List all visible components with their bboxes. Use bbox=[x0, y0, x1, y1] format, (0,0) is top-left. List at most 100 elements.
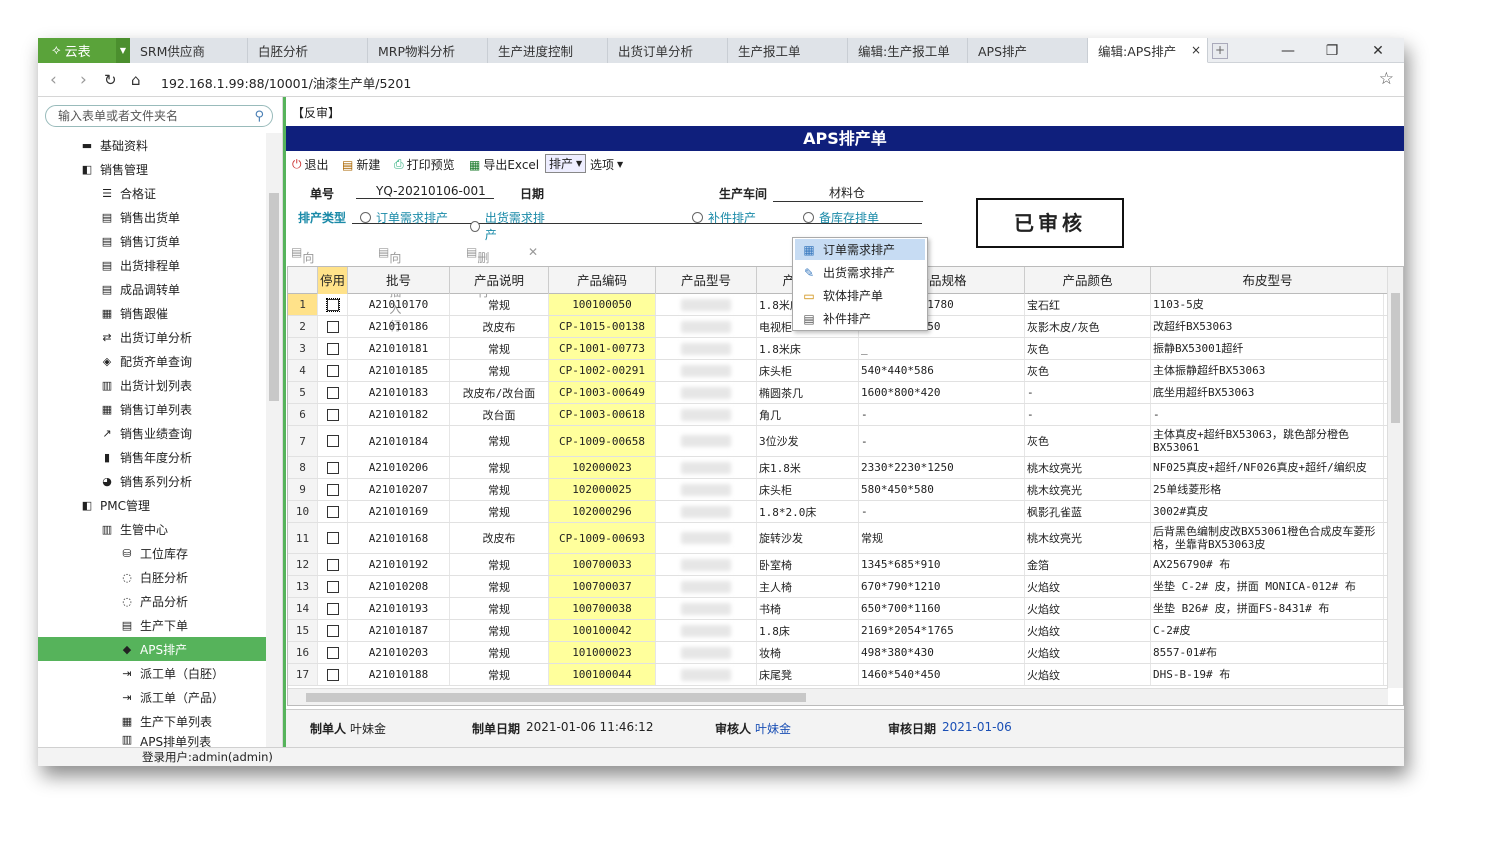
code-cell[interactable]: CP-1003-00649 bbox=[549, 382, 656, 403]
name-cell[interactable]: 床尾凳 bbox=[757, 664, 859, 685]
grid-horizontal-scrollbar[interactable] bbox=[288, 688, 1388, 705]
logo-dropdown-icon[interactable]: ▼ bbox=[116, 38, 130, 63]
model-cell[interactable] bbox=[656, 576, 757, 597]
tree-item[interactable]: ▤ 出货排程单 bbox=[38, 253, 266, 277]
code-cell[interactable]: 100700038 bbox=[549, 598, 656, 619]
name-cell[interactable]: 旋转沙发 bbox=[757, 523, 859, 553]
color-cell[interactable]: 灰色 bbox=[1025, 426, 1151, 456]
checkbox[interactable] bbox=[326, 602, 339, 615]
tree-item[interactable]: ◌ 白胚分析 bbox=[38, 565, 266, 589]
color-cell[interactable]: 桃木纹亮光 bbox=[1025, 479, 1151, 500]
tree-item[interactable]: ◌ 产品分析 bbox=[38, 589, 266, 613]
scrollbar-thumb[interactable] bbox=[269, 193, 279, 401]
name-cell[interactable]: 角几 bbox=[757, 404, 859, 425]
checkbox[interactable] bbox=[326, 505, 339, 518]
spec-cell[interactable]: _ bbox=[859, 338, 1025, 359]
description-cell[interactable]: 改皮布 bbox=[450, 316, 549, 337]
insert-above-button[interactable]: ▤ 向上插入行 bbox=[291, 245, 314, 333]
tree-item[interactable]: ▥ APS排单列表 bbox=[38, 733, 266, 747]
tree-item[interactable]: ▥ 生管中心 bbox=[38, 517, 266, 541]
radio-supplement[interactable]: 补件排产 bbox=[692, 209, 756, 226]
disabled-checkbox[interactable] bbox=[318, 479, 348, 500]
code-cell[interactable]: 100700033 bbox=[549, 554, 656, 575]
code-cell[interactable]: 102000296 bbox=[549, 501, 656, 522]
spec-cell[interactable]: 670*790*1210 bbox=[859, 576, 1025, 597]
color-cell[interactable]: 桃木纹亮光 bbox=[1025, 523, 1151, 553]
disabled-checkbox[interactable] bbox=[318, 426, 348, 456]
tree-item[interactable]: ⇄ 出货订单分析 bbox=[38, 325, 266, 349]
spec-cell[interactable]: - bbox=[859, 501, 1025, 522]
description-cell[interactable]: 改台面 bbox=[450, 404, 549, 425]
spec-cell[interactable]: - bbox=[859, 404, 1025, 425]
batch-cell[interactable]: A21010170 bbox=[348, 294, 450, 315]
code-cell[interactable]: 102000025 bbox=[549, 479, 656, 500]
tree-item[interactable]: ◧ PMC管理 bbox=[38, 493, 266, 517]
model-cell[interactable] bbox=[656, 338, 757, 359]
description-cell[interactable]: 常规 bbox=[450, 360, 549, 381]
disabled-checkbox[interactable] bbox=[318, 523, 348, 553]
batch-cell[interactable]: A21010207 bbox=[348, 479, 450, 500]
scrollbar-thumb[interactable] bbox=[1391, 293, 1400, 423]
fabric-cell[interactable]: 1103-5皮 bbox=[1151, 294, 1384, 315]
batch-cell[interactable]: A21010193 bbox=[348, 598, 450, 619]
spec-cell[interactable]: 580*450*580 bbox=[859, 479, 1025, 500]
spec-cell[interactable]: 498*380*430 bbox=[859, 642, 1025, 663]
tab-shipment[interactable]: 出货订单分析 bbox=[608, 38, 728, 63]
col-fabric[interactable]: 布皮型号 bbox=[1151, 267, 1384, 294]
model-cell[interactable] bbox=[656, 479, 757, 500]
table-row[interactable]: 14 A21010193 常规 100700038 书椅 650*700*1160 火焰纹 坐… bbox=[288, 598, 1388, 620]
fabric-cell[interactable]: 25单线菱形格 bbox=[1151, 479, 1384, 500]
checkbox[interactable] bbox=[326, 342, 339, 355]
disabled-checkbox[interactable] bbox=[318, 294, 348, 315]
description-cell[interactable]: 常规 bbox=[450, 598, 549, 619]
batch-cell[interactable]: A21010184 bbox=[348, 426, 450, 456]
schedule-menu[interactable]: 排产 ▼ bbox=[545, 154, 587, 173]
spec-cell[interactable]: 1600*800*420 bbox=[859, 382, 1025, 403]
name-cell[interactable]: 床头柜 bbox=[757, 479, 859, 500]
tree-item[interactable]: ▥ 出货计划列表 bbox=[38, 373, 266, 397]
options-menu[interactable]: 选项 ▼ bbox=[590, 156, 623, 173]
table-row[interactable]: 11 A21010168 改皮布 CP-1009-00693 旋转沙发 常规 桃木纹亮光 后背… bbox=[288, 523, 1388, 554]
new-button[interactable]: ▤ 新建 bbox=[342, 156, 380, 173]
checkbox[interactable] bbox=[326, 408, 339, 421]
name-cell[interactable]: 书椅 bbox=[757, 598, 859, 619]
col-batch[interactable]: 批号 bbox=[348, 267, 450, 294]
col-code[interactable]: 产品编码 bbox=[549, 267, 656, 294]
tree-item[interactable]: ◕ 销售系列分析 bbox=[38, 469, 266, 493]
checkbox[interactable] bbox=[326, 320, 339, 333]
back-icon[interactable]: ‹ bbox=[50, 70, 57, 90]
model-cell[interactable] bbox=[656, 554, 757, 575]
tab-srm[interactable]: SRM供应商 bbox=[130, 38, 248, 63]
disabled-checkbox[interactable] bbox=[318, 664, 348, 685]
batch-cell[interactable]: A21010169 bbox=[348, 501, 450, 522]
color-cell[interactable]: 枫影孔雀蓝 bbox=[1025, 501, 1151, 522]
checkbox[interactable] bbox=[326, 580, 339, 593]
model-cell[interactable] bbox=[656, 664, 757, 685]
sidebar-search-input[interactable]: 输入表单或者文件夹名 ⚲ bbox=[45, 105, 273, 127]
close-tab-icon[interactable]: × bbox=[1191, 43, 1201, 57]
spec-cell[interactable]: 常规 bbox=[859, 523, 1025, 553]
disabled-checkbox[interactable] bbox=[318, 382, 348, 403]
tab-mrp[interactable]: MRP物料分析 bbox=[368, 38, 488, 63]
restore-icon[interactable]: ❐ bbox=[1310, 38, 1354, 63]
checkbox[interactable] bbox=[326, 461, 339, 474]
tree-item[interactable]: ▤ 销售订货单 bbox=[38, 229, 266, 253]
description-cell[interactable]: 常规 bbox=[450, 457, 549, 478]
name-cell[interactable]: 1.8米床 bbox=[757, 338, 859, 359]
code-cell[interactable]: 100100042 bbox=[549, 620, 656, 641]
tree-item[interactable]: ◈ 配货齐单查询 bbox=[38, 349, 266, 373]
batch-cell[interactable]: A21010203 bbox=[348, 642, 450, 663]
tree-item[interactable]: ▤ 生产下单 bbox=[38, 613, 266, 637]
disabled-checkbox[interactable] bbox=[318, 576, 348, 597]
name-cell[interactable]: 妆椅 bbox=[757, 642, 859, 663]
fabric-cell[interactable]: 改超纤BX53063 bbox=[1151, 316, 1384, 337]
color-cell[interactable]: 金箔 bbox=[1025, 554, 1151, 575]
tree-item[interactable]: ▮ 销售年度分析 bbox=[38, 445, 266, 469]
tab-baipei[interactable]: 白胚分析 bbox=[248, 38, 368, 63]
fabric-cell[interactable]: 坐垫 C-2# 皮，拼面 MONICA-012# 布 bbox=[1151, 576, 1384, 597]
batch-cell[interactable]: A21010185 bbox=[348, 360, 450, 381]
description-cell[interactable]: 常规 bbox=[450, 426, 549, 456]
menu-soft-schedule[interactable]: ▭ 软体排产单 bbox=[795, 285, 925, 306]
tree-item[interactable]: ◧ 销售管理 bbox=[38, 157, 266, 181]
tree-item[interactable]: ⇥ 派工单（白胚） bbox=[38, 661, 266, 685]
